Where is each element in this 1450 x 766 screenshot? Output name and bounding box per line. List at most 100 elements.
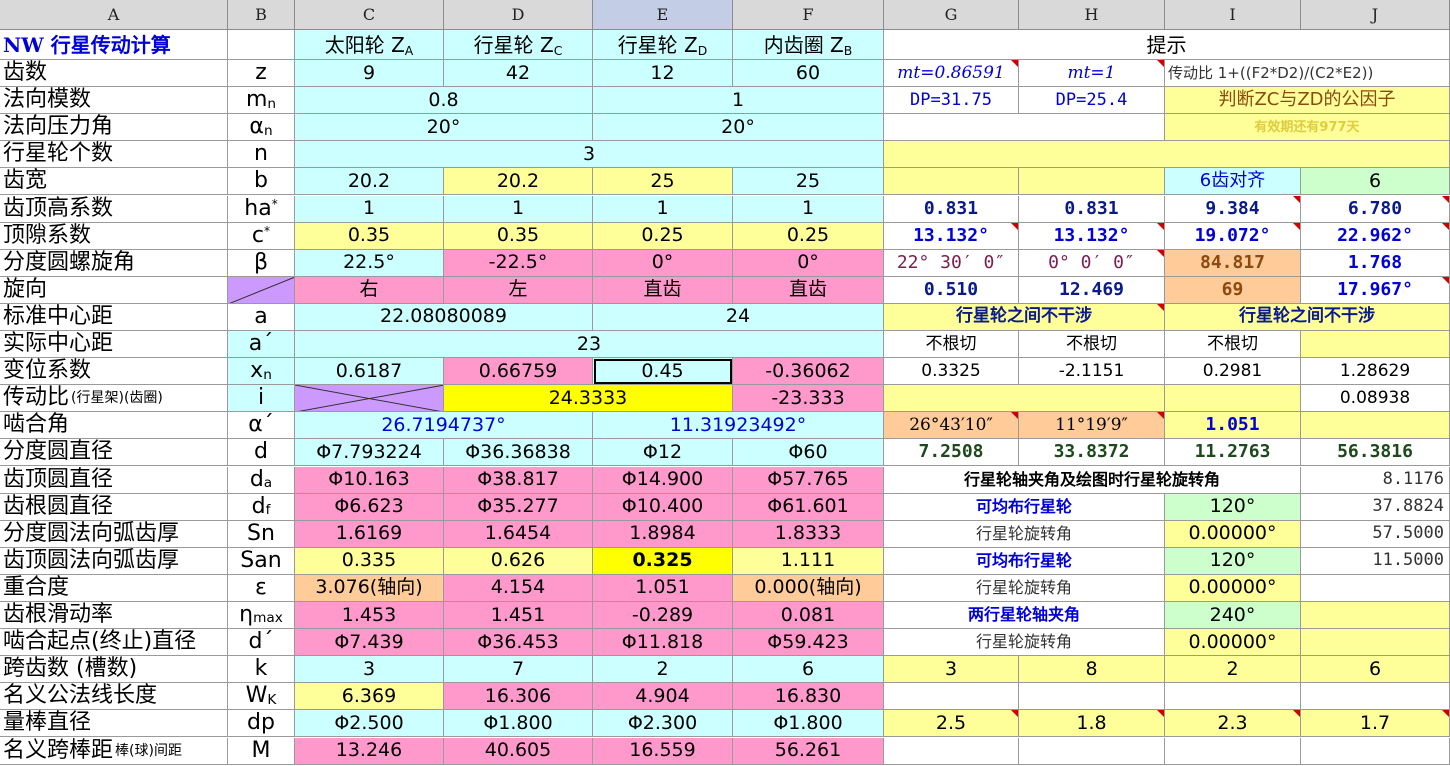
cell-f2[interactable]: 60 <box>733 60 884 88</box>
cell-f16[interactable]: Φ60 <box>733 439 884 467</box>
cell-j19[interactable]: 57.5000 <box>1301 520 1450 548</box>
cell-a27[interactable]: 名义跨棒距 棒(球)间距 <box>0 737 228 765</box>
cell-e20[interactable]: 0.325 <box>593 547 733 575</box>
cell-f6[interactable]: 25 <box>733 168 884 196</box>
cell-f24[interactable]: 6 <box>733 656 884 684</box>
cell-d7[interactable]: 1 <box>444 195 593 223</box>
cell-b8[interactable]: c * <box>228 222 295 250</box>
empty-cell-j27[interactable] <box>1301 737 1450 765</box>
cell-d9[interactable]: -22.5° <box>444 249 593 277</box>
cell-j20[interactable]: 11.5000 <box>1301 547 1450 575</box>
cell-b3[interactable]: mn <box>228 87 295 115</box>
empty-cell-i27[interactable] <box>1165 737 1301 765</box>
empty-cell-h25[interactable] <box>1019 683 1165 711</box>
cell-a26[interactable]: 量棒直径 <box>0 710 228 738</box>
cell-c8[interactable]: 0.35 <box>295 222 444 250</box>
cell-h7[interactable]: 0.831 <box>1019 195 1165 223</box>
cell-f10[interactable]: 直齿 <box>733 276 884 304</box>
cell-a5[interactable]: 行星轮个数 <box>0 141 228 169</box>
cell-f9[interactable]: 0° <box>733 249 884 277</box>
cell-c13[interactable]: 0.6187 <box>295 358 444 386</box>
cell-f19[interactable]: 1.8333 <box>733 520 884 548</box>
cell-i7[interactable]: 9.384 <box>1165 195 1301 223</box>
cell-j13[interactable]: 1.28629 <box>1301 358 1450 386</box>
cell-b4[interactable]: αn <box>228 114 295 142</box>
cell-h15[interactable]: 11°19′9″ <box>1019 412 1165 440</box>
cell-b6[interactable]: b <box>228 168 295 196</box>
cell-a12[interactable]: 实际中心距 <box>0 331 228 359</box>
cell-d16[interactable]: Φ36.36838 <box>444 439 593 467</box>
cell-a14[interactable]: 传动比 (行星架)(齿圈) <box>0 385 228 413</box>
cell-c19[interactable]: 1.6169 <box>295 520 444 548</box>
cell-d2[interactable]: 42 <box>444 60 593 88</box>
cell-j16[interactable]: 56.3816 <box>1301 439 1450 467</box>
cell-a4[interactable]: 法向压力角 <box>0 114 228 142</box>
empty-cell-b1[interactable] <box>228 30 295 60</box>
cell-i18[interactable]: 120° <box>1165 493 1301 521</box>
cell-cf5[interactable]: 3 <box>295 141 884 169</box>
cell-e8[interactable]: 0.25 <box>593 222 733 250</box>
cell-a20[interactable]: 齿顶圆法向弧齿厚 <box>0 547 228 575</box>
empty-cell-g6[interactable] <box>884 168 1019 196</box>
cell-a2[interactable]: 齿数 <box>0 60 228 88</box>
cell-cd4[interactable]: 20° <box>295 114 593 142</box>
cell-i20[interactable]: 120° <box>1165 547 1301 575</box>
cell-i10[interactable]: 69 <box>1165 276 1301 304</box>
cell-c25[interactable]: 6.369 <box>295 683 444 711</box>
cell-ij3[interactable]: 判断ZC与ZD的公因子 <box>1165 87 1450 115</box>
cell-e26[interactable]: Φ2.300 <box>593 710 733 738</box>
column-header-f[interactable]: F <box>733 0 884 30</box>
cell-j10[interactable]: 17.967° <box>1301 276 1450 304</box>
column-header-c[interactable]: C <box>295 0 444 30</box>
cell-d6[interactable]: 20.2 <box>444 168 593 196</box>
cell-c17[interactable]: Φ10.163 <box>295 466 444 494</box>
cell-b21[interactable]: ε <box>228 574 295 602</box>
column-header-a[interactable]: A <box>0 0 228 30</box>
column-header-b[interactable]: B <box>228 0 295 30</box>
cell-d27[interactable]: 40.605 <box>444 737 593 765</box>
cell-c20[interactable]: 0.335 <box>295 547 444 575</box>
empty-cell-j15[interactable] <box>1301 412 1450 440</box>
cell-a10[interactable]: 旋向 <box>0 276 228 304</box>
cell-e13[interactable]: 0.45 <box>593 358 733 386</box>
cell-b18[interactable]: df <box>228 493 295 521</box>
empty-cell-g4[interactable] <box>884 114 1165 142</box>
empty-cell-b10[interactable] <box>228 276 295 304</box>
cell-i6[interactable]: 6齿对齐 <box>1165 168 1301 196</box>
empty-cell-i14[interactable] <box>1165 385 1301 413</box>
cell-f22[interactable]: 0.081 <box>733 602 884 630</box>
column-header-j[interactable]: J <box>1301 0 1450 30</box>
cell-h13[interactable]: -2.1151 <box>1019 358 1165 386</box>
cell-b20[interactable]: San <box>228 547 295 575</box>
cell-a11[interactable]: 标准中心距 <box>0 303 228 331</box>
cell-i12[interactable]: 不根切 <box>1165 331 1301 359</box>
empty-cell-g5[interactable] <box>884 141 1450 169</box>
cell-ij2[interactable]: 传动比 1+((F2*D2)/(C2*E2)) <box>1165 60 1450 88</box>
cell-e22[interactable]: -0.289 <box>593 602 733 630</box>
cell-g2[interactable]: mt=0.86591 <box>884 60 1019 88</box>
cell-b25[interactable]: WK <box>228 683 295 711</box>
cell-a15[interactable]: 啮合角 <box>0 412 228 440</box>
cell-e1[interactable]: 行星轮 ZD <box>593 30 733 60</box>
empty-cell-j25[interactable] <box>1301 683 1450 711</box>
cell-d24[interactable]: 7 <box>444 656 593 684</box>
cell-f20[interactable]: 1.111 <box>733 547 884 575</box>
cell-c6[interactable]: 20.2 <box>295 168 444 196</box>
cell-g8[interactable]: 13.132° <box>884 222 1019 250</box>
cell-d26[interactable]: Φ1.800 <box>444 710 593 738</box>
cell-h26[interactable]: 1.8 <box>1019 710 1165 738</box>
cell-j18[interactable]: 37.8824 <box>1301 493 1450 521</box>
cell-g3[interactable]: DP=31.75 <box>884 87 1019 115</box>
cell-ef15[interactable]: 11.31923492° <box>593 412 884 440</box>
cell-c27[interactable]: 13.246 <box>295 737 444 765</box>
cell-a16[interactable]: 分度圆直径 <box>0 439 228 467</box>
cell-b7[interactable]: ha * <box>228 195 295 223</box>
column-header-d[interactable]: D <box>444 0 593 30</box>
cell-h2[interactable]: mt=1 <box>1019 60 1165 88</box>
cell-a1[interactable]: NW 行星传动计算 <box>0 30 228 60</box>
cell-a19[interactable]: 分度圆法向弧齿厚 <box>0 520 228 548</box>
cell-i26[interactable]: 2.3 <box>1165 710 1301 738</box>
cell-b24[interactable]: k <box>228 656 295 684</box>
cell-f8[interactable]: 0.25 <box>733 222 884 250</box>
cell-e25[interactable]: 4.904 <box>593 683 733 711</box>
